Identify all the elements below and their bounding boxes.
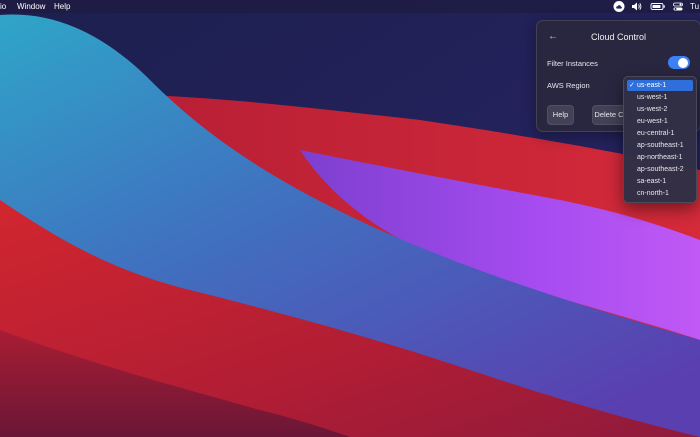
menu-item-window[interactable]: Window: [17, 0, 45, 13]
menubar-clock[interactable]: Tu: [690, 0, 699, 13]
aws-region-dropdown: ✓ us-east-1 us-west-1 us-west-2 eu-west-…: [623, 76, 697, 203]
region-option-us-east-1[interactable]: ✓ us-east-1: [627, 80, 693, 91]
region-option-cn-north-1[interactable]: cn-north-1: [627, 188, 693, 199]
filter-instances-label: Filter Instances: [547, 59, 598, 68]
menu-item-help[interactable]: Help: [54, 0, 70, 13]
checkmark-icon: ✓: [629, 82, 635, 89]
cloud-icon[interactable]: [612, 0, 626, 13]
region-option-ap-northeast-1[interactable]: ap-northeast-1: [627, 152, 693, 163]
region-option-us-west-1[interactable]: us-west-1: [627, 92, 693, 103]
delete-button[interactable]: Delete C: [592, 105, 626, 125]
region-option-eu-central-1[interactable]: eu-central-1: [627, 128, 693, 139]
region-option-eu-west-1[interactable]: eu-west-1: [627, 116, 693, 127]
aws-region-label: AWS Region: [547, 81, 590, 90]
region-option-label: us-east-1: [637, 82, 667, 89]
control-center-icon[interactable]: [672, 0, 684, 13]
popover-title: Cloud Control: [590, 32, 647, 42]
volume-icon[interactable]: [631, 0, 643, 13]
region-option-sa-east-1[interactable]: sa-east-1: [627, 176, 693, 187]
help-button[interactable]: Help: [547, 105, 574, 125]
region-option-us-west-2[interactable]: us-west-2: [627, 104, 693, 115]
filter-instances-toggle[interactable]: [668, 56, 690, 69]
menu-item-app[interactable]: io: [0, 0, 6, 13]
battery-icon[interactable]: [650, 0, 666, 13]
region-option-ap-southeast-2[interactable]: ap-southeast-2: [627, 164, 693, 175]
toggle-knob: [678, 57, 688, 68]
region-option-ap-southeast-1[interactable]: ap-southeast-1: [627, 140, 693, 151]
menu-bar: io Window Help Tu: [0, 0, 700, 13]
